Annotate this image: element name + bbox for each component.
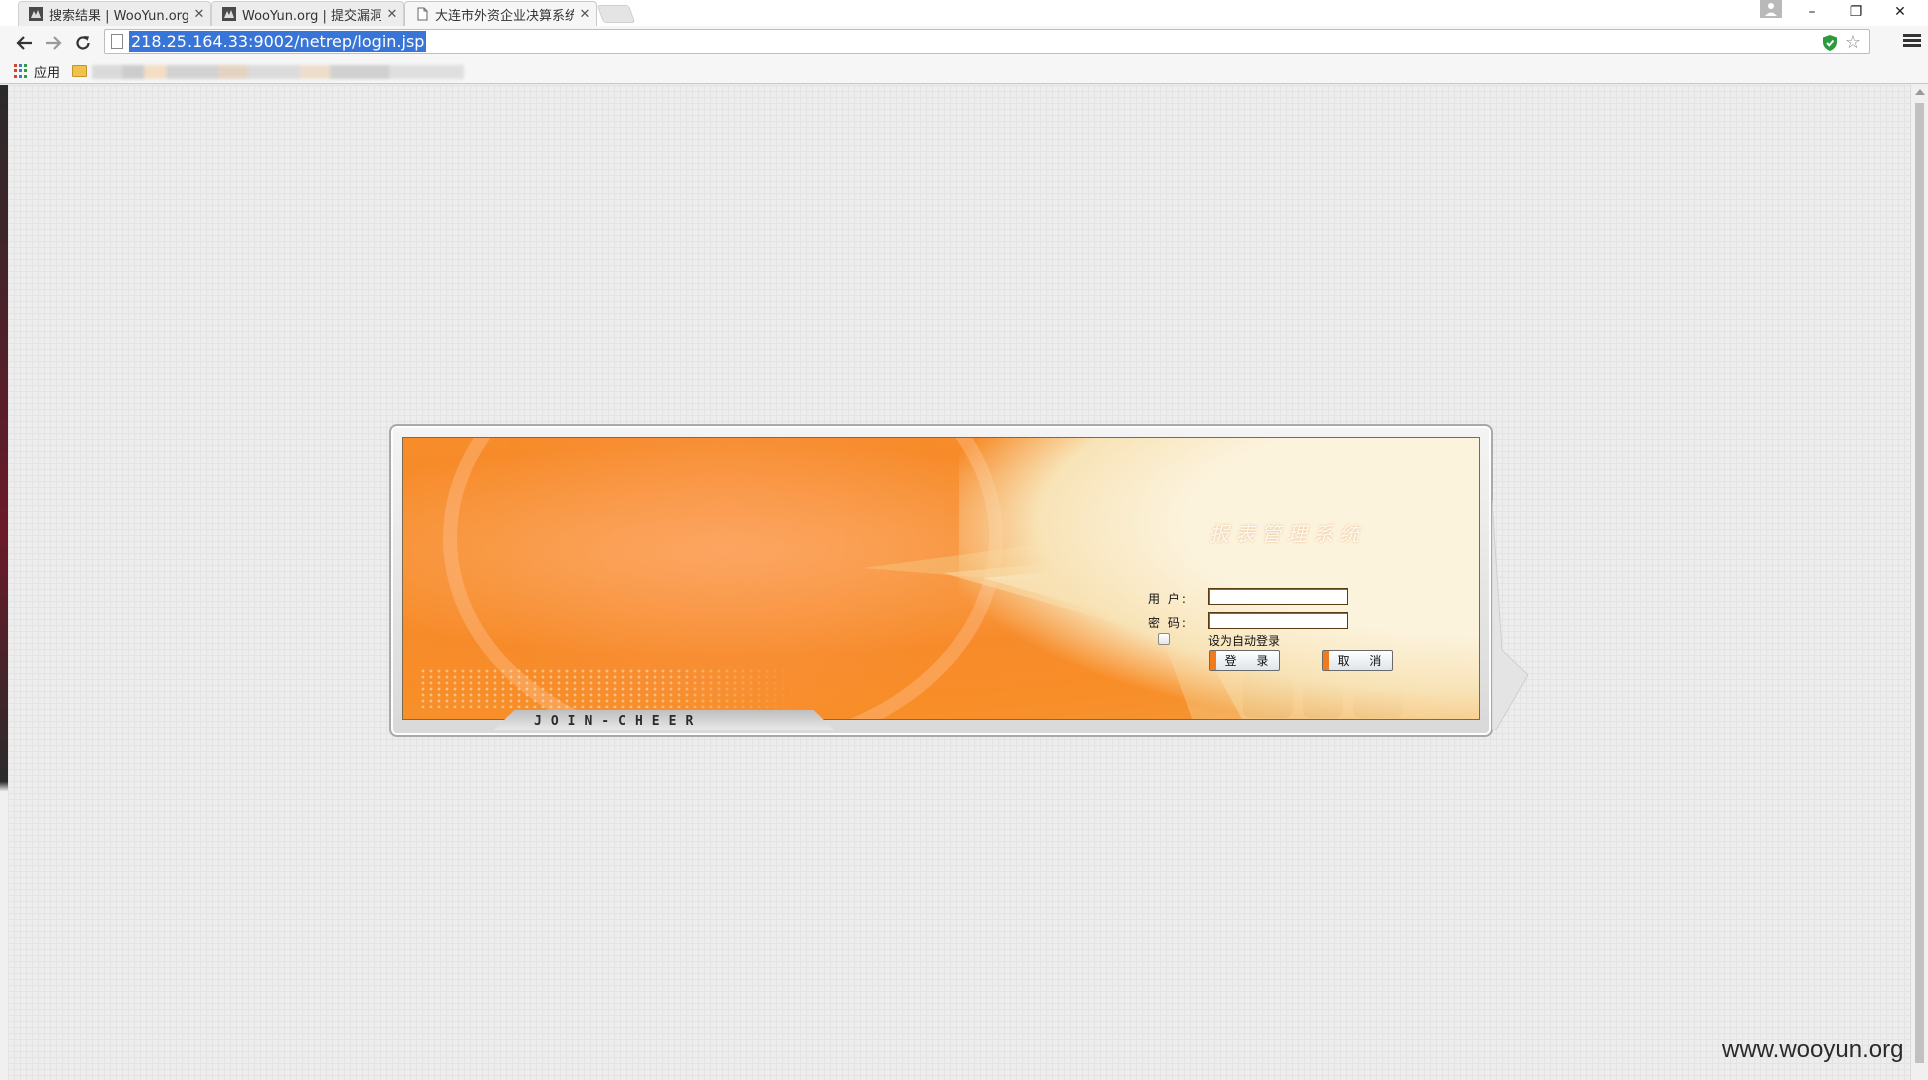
password-input[interactable]	[1208, 612, 1348, 629]
address-bar[interactable]: 218.25.164.33:9002/netrep/login.jsp ☆	[104, 29, 1870, 54]
scrollbar[interactable]	[1910, 85, 1928, 1080]
forward-arrow-icon	[46, 36, 62, 50]
folder-icon[interactable]	[72, 65, 87, 77]
brand-logo-text: JOIN-CHEER	[534, 714, 703, 729]
back-button[interactable]	[12, 30, 38, 56]
login-button[interactable]: 登 录	[1209, 650, 1280, 671]
reload-button[interactable]	[70, 30, 96, 56]
close-icon[interactable]: ✕	[574, 7, 596, 22]
tab-wooyun-search[interactable]: 搜索结果 | WooYun.org ✕	[18, 1, 211, 26]
page-icon	[111, 34, 123, 49]
tab-wooyun-submit[interactable]: WooYun.org | 提交漏洞 ✕	[211, 1, 404, 26]
back-arrow-icon	[16, 36, 32, 50]
browser-window: 搜索结果 | WooYun.org ✕ WooYun.org | 提交漏洞 ✕ …	[0, 0, 1928, 1080]
reload-icon	[76, 36, 90, 50]
dot-pattern	[419, 668, 799, 708]
browser-toolbar: 218.25.164.33:9002/netrep/login.jsp ☆	[0, 26, 1928, 59]
auto-login-label: 设为自动登录	[1208, 634, 1281, 648]
system-title: 报表管理系统	[1209, 522, 1365, 546]
apps-bookmark-label[interactable]: 应用	[34, 62, 60, 81]
tab-title: 大连市外资企业决算系统	[435, 8, 574, 24]
tab-strip: 搜索结果 | WooYun.org ✕ WooYun.org | 提交漏洞 ✕ …	[0, 0, 1928, 26]
cancel-button[interactable]: 取 消	[1322, 650, 1393, 671]
forward-button[interactable]	[40, 30, 66, 56]
frame-wing-decoration	[1492, 500, 1528, 730]
restore-button[interactable]: ❐	[1834, 0, 1878, 24]
auto-login-checkbox[interactable]	[1158, 633, 1170, 645]
profile-icon[interactable]	[1760, 0, 1782, 18]
desktop-edge	[0, 85, 8, 1080]
close-window-button[interactable]: ✕	[1878, 0, 1922, 24]
wooyun-icon	[29, 7, 43, 21]
password-label: 密 码:	[1148, 616, 1188, 630]
scroll-up-arrow-icon[interactable]	[1915, 89, 1925, 95]
scroll-thumb[interactable]	[1915, 103, 1924, 1063]
close-icon[interactable]: ✕	[188, 7, 210, 22]
menu-icon[interactable]	[1903, 32, 1921, 52]
banner-light-area	[959, 438, 1479, 719]
username-input[interactable]	[1208, 588, 1348, 605]
blurred-bookmarks	[92, 65, 464, 79]
username-label: 用 户:	[1148, 592, 1188, 606]
tab-title: WooYun.org | 提交漏洞	[242, 8, 381, 24]
minimize-button[interactable]: –	[1790, 0, 1834, 24]
watermark: www.wooyun.org	[1722, 1036, 1904, 1063]
page-icon	[417, 7, 428, 21]
login-banner: 报表管理系统	[402, 437, 1480, 720]
apps-grid-icon[interactable]	[14, 64, 28, 78]
tab-dalian-system[interactable]: 大连市外资企业决算系统 ✕	[404, 1, 597, 26]
shield-extension-icon[interactable]	[1821, 34, 1839, 52]
bookmark-star-icon[interactable]: ☆	[1845, 32, 1861, 53]
url-text[interactable]: 218.25.164.33:9002/netrep/login.jsp	[129, 31, 427, 52]
wooyun-icon	[222, 7, 236, 21]
new-tab-button[interactable]	[596, 5, 636, 23]
close-icon[interactable]: ✕	[381, 7, 403, 22]
tab-title: 搜索结果 | WooYun.org	[49, 8, 188, 24]
bookmarks-bar: 应用	[0, 59, 1928, 84]
